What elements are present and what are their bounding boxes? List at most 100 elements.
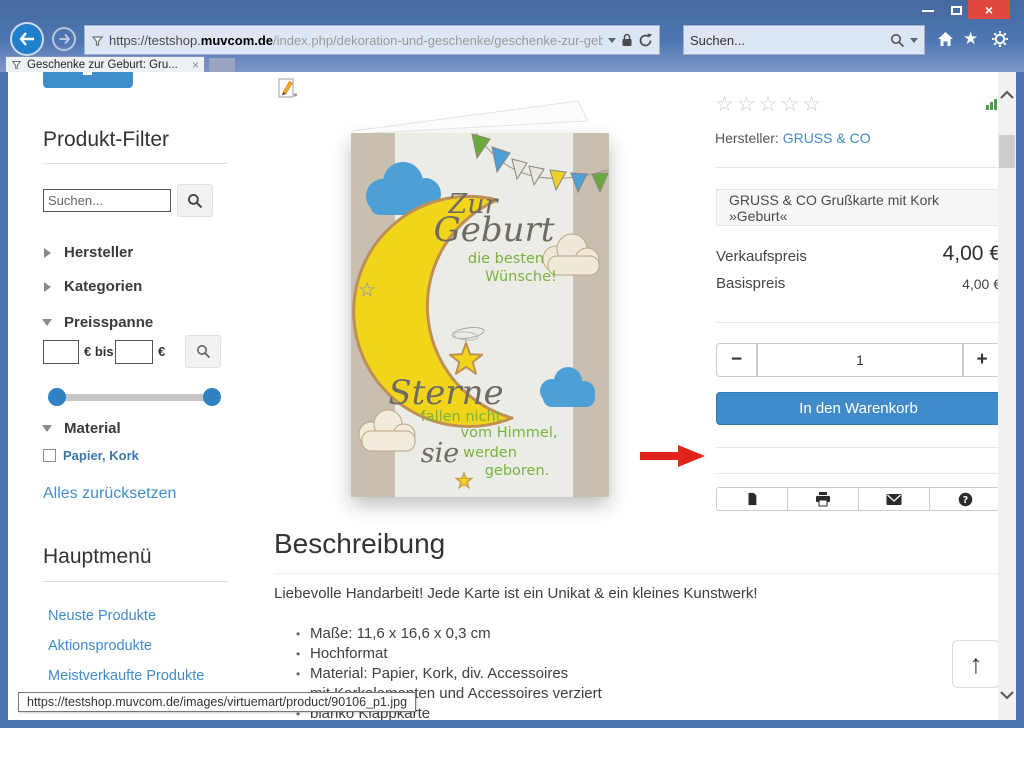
price-to-input[interactable] <box>115 340 153 364</box>
chevron-down-icon[interactable] <box>42 425 52 432</box>
filter-group-material[interactable]: Material <box>64 420 121 437</box>
search-icon[interactable] <box>890 33 905 48</box>
svg-text:sie: sie <box>421 438 459 469</box>
browser-window: https://testshop.muvcom.de/index.php/dek… <box>0 0 1024 728</box>
description-title: Beschreibung <box>274 528 445 560</box>
red-annotation-arrow <box>640 443 706 469</box>
divider <box>43 163 228 164</box>
url-dropdown-icon[interactable] <box>608 38 616 43</box>
email-button[interactable] <box>858 488 929 510</box>
new-tab-button[interactable] <box>209 58 235 72</box>
settings-button[interactable] <box>991 30 1009 53</box>
print-button[interactable] <box>787 488 858 510</box>
browser-tab[interactable]: Geschenke zur Geburt: Gru... × <box>5 56 205 72</box>
quantity-minus-button[interactable]: − <box>716 343 757 377</box>
svg-text:Sterne: Sterne <box>388 373 503 413</box>
price-slider-handle-min[interactable] <box>48 388 66 406</box>
star-icon: ★ <box>963 29 978 48</box>
product-image[interactable]: Zur Geburt die besten Wünsche! Sterne fa… <box>300 90 670 510</box>
status-bar-url: https://testshop.muvcom.de/images/virtue… <box>18 692 416 712</box>
address-bar[interactable]: https://testshop.muvcom.de/index.php/dek… <box>84 25 660 55</box>
material-checkbox[interactable] <box>43 449 56 462</box>
base-price-value: 4,00 € <box>858 276 1001 292</box>
chevron-down-icon[interactable] <box>42 319 52 326</box>
question-icon: ? <box>958 492 973 507</box>
add-to-cart-button[interactable]: In den Warenkorb <box>716 392 1001 425</box>
svg-text:Wünsche!: Wünsche! <box>485 269 557 285</box>
back-button[interactable] <box>10 22 44 56</box>
scroll-down-icon[interactable] <box>1000 690 1014 700</box>
divider <box>716 447 1001 448</box>
divider <box>43 581 228 582</box>
svg-text:vom Himmel,: vom Himmel, <box>461 425 558 441</box>
filter-group-preisspanne[interactable]: Preisspanne <box>64 314 153 331</box>
manufacturer-link[interactable]: GRUSS & CO <box>783 130 871 146</box>
divider <box>716 473 1001 474</box>
edit-product-icon[interactable] <box>278 77 298 105</box>
divider <box>715 167 1000 168</box>
quantity-input[interactable] <box>757 343 963 377</box>
lock-icon <box>621 33 633 47</box>
envelope-icon <box>886 493 902 506</box>
close-button[interactable]: × <box>968 0 1010 19</box>
menu-link-aktion[interactable]: Aktionsprodukte <box>48 638 152 654</box>
browser-search-box[interactable] <box>683 25 925 55</box>
description-intro: Liebevolle Handarbeit! Jede Karte ist ei… <box>274 585 758 602</box>
search-icon <box>187 193 203 209</box>
forward-arrow-icon <box>58 33 71 45</box>
sale-price-value: 4,00 € <box>808 242 1001 266</box>
page-content: Produkt-Filter Hersteller Kategorien Pre… <box>8 72 1016 720</box>
sale-price-label: Verkaufspreis <box>716 248 807 265</box>
home-button[interactable] <box>936 30 955 53</box>
filter-title: Produkt-Filter <box>43 128 169 152</box>
list-item: Material: Papier, Kork, div. Accessoires <box>296 664 602 684</box>
chevron-right-icon[interactable] <box>44 282 51 292</box>
scroll-up-icon[interactable] <box>1000 90 1014 100</box>
filter-group-hersteller[interactable]: Hersteller <box>64 244 133 261</box>
chevron-right-icon[interactable] <box>44 248 51 258</box>
search-icon <box>196 344 211 359</box>
search-dropdown-icon[interactable] <box>910 38 918 43</box>
material-option-label[interactable]: Papier, Kork <box>63 448 139 463</box>
site-favicon <box>91 34 104 47</box>
scrollbar-thumb[interactable] <box>999 135 1015 168</box>
home-icon <box>936 30 955 48</box>
svg-text:geboren.: geboren. <box>485 463 550 479</box>
tab-favicon <box>11 59 22 70</box>
back-arrow-icon <box>18 31 36 47</box>
price-slider-handle-max[interactable] <box>203 388 221 406</box>
clipped-category-button[interactable] <box>43 72 133 88</box>
main-menu-title: Hauptmenü <box>43 545 152 569</box>
product-name: GRUSS & CO Grußkarte mit Kork »Geburt« <box>729 192 988 224</box>
filter-search-button[interactable] <box>177 184 213 217</box>
forward-button[interactable] <box>52 27 76 51</box>
card-back-flap <box>353 101 588 134</box>
back-to-top-button[interactable]: ↑ <box>952 640 1000 688</box>
refresh-icon[interactable] <box>638 33 653 48</box>
quantity-plus-button[interactable]: + <box>963 343 1001 377</box>
maximize-button[interactable] <box>944 2 968 19</box>
rating-stars[interactable]: ☆☆☆☆☆ <box>715 92 824 117</box>
pencil-page-icon <box>278 77 298 100</box>
menu-link-meistverkauft[interactable]: Meistverkaufte Produkte <box>48 668 204 684</box>
menu-link-neuste[interactable]: Neuste Produkte <box>48 608 156 624</box>
datasheet-button[interactable] <box>717 488 787 510</box>
price-slider-track[interactable] <box>48 394 220 401</box>
svg-text:Geburt: Geburt <box>434 210 555 250</box>
filter-group-kategorien[interactable]: Kategorien <box>64 278 142 295</box>
minimize-button[interactable] <box>916 2 940 19</box>
price-suffix-label: € <box>158 344 165 359</box>
price-from-input[interactable] <box>43 340 79 364</box>
filter-search-input[interactable] <box>43 189 171 212</box>
price-filter-button[interactable] <box>185 335 221 368</box>
browser-search-input[interactable] <box>690 33 885 48</box>
favorites-button[interactable]: ★ <box>963 29 978 49</box>
url-text[interactable]: https://testshop.muvcom.de/index.php/dek… <box>109 33 603 48</box>
tab-close-icon[interactable]: × <box>192 59 199 71</box>
reset-filters-link[interactable]: Alles zurücksetzen <box>43 485 176 503</box>
minimize-icon <box>922 10 934 12</box>
help-button[interactable]: ? <box>929 488 1000 510</box>
divider <box>274 573 1000 574</box>
arrow-up-icon: ↑ <box>969 649 983 680</box>
scrollbar-track[interactable] <box>998 72 1016 720</box>
